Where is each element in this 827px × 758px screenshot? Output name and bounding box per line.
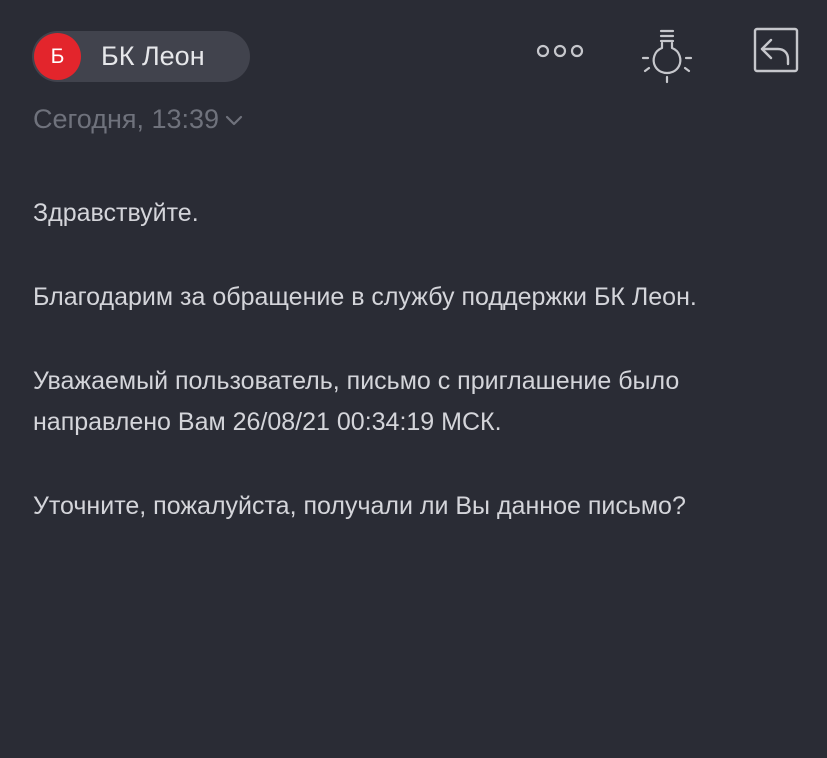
- sender-name: БК Леон: [101, 41, 205, 71]
- more-button[interactable]: [534, 36, 586, 66]
- message-header: Б БК Леон: [0, 0, 827, 100]
- message-paragraph-question: Уточните, пожалуйста, получали ли Вы дан…: [33, 492, 686, 520]
- tip-button[interactable]: [640, 26, 694, 84]
- sender-avatar: Б: [34, 33, 81, 80]
- more-dots-icon: [536, 44, 584, 58]
- message-body: Здравствуйте. Благодарим за обращение в …: [33, 193, 803, 570]
- sender-chip[interactable]: Б БК Леон: [32, 31, 250, 82]
- message-paragraph-thanks: Благодарим за обращение в службу поддерж…: [33, 283, 697, 311]
- message-paragraph-greeting: Здравствуйте.: [33, 199, 199, 227]
- message-date: Сегодня, 13:39: [33, 103, 220, 134]
- reply-icon: [753, 27, 799, 73]
- message-paragraph-invitation: Уважаемый пользователь, письмо с приглаш…: [33, 367, 680, 436]
- lightbulb-icon: [641, 29, 693, 84]
- chevron-down-icon: [225, 115, 243, 126]
- reply-button[interactable]: [748, 26, 802, 76]
- avatar-letter: Б: [50, 44, 65, 68]
- date-toggle[interactable]: Сегодня, 13:39: [33, 100, 243, 138]
